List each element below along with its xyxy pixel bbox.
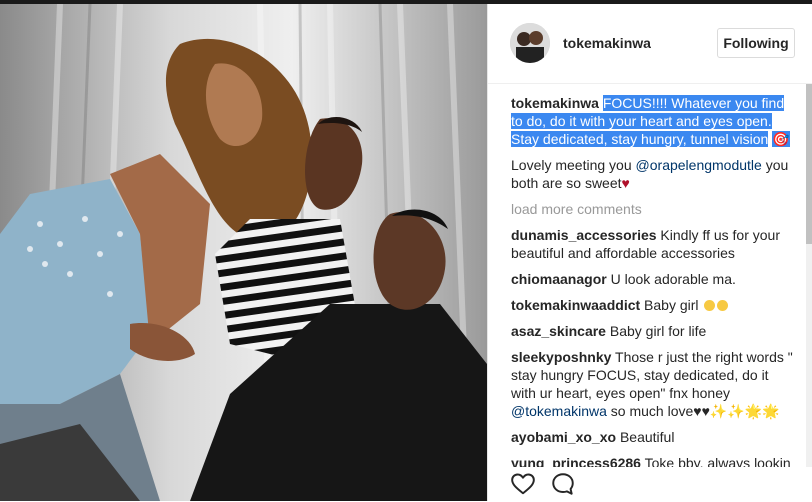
- heart-outline-icon[interactable]: [510, 471, 536, 497]
- post-username[interactable]: tokemakinwa: [563, 35, 651, 51]
- list-item: tokemakinwaaddict Baby girl: [511, 296, 796, 314]
- scrollbar-thumb[interactable]: [806, 84, 812, 244]
- list-item: dunamis_accessories Kindly ff us for you…: [511, 226, 796, 262]
- list-item: asaz_skincare Baby girl for life: [511, 322, 796, 340]
- following-button[interactable]: Following: [717, 28, 795, 58]
- heart-eyes-emoji-icon: [717, 300, 729, 311]
- load-more-comments-link[interactable]: load more comments: [511, 200, 796, 218]
- black-hearts-emoji: ♥♥: [693, 403, 710, 419]
- comment-username[interactable]: dunamis_accessories: [511, 227, 657, 243]
- list-item: chiomaanagor U look adorable ma.: [511, 270, 796, 288]
- caption-username[interactable]: tokemakinwa: [511, 95, 599, 111]
- post-side-panel: tokemakinwa Following tokemakinwa FOCUS!…: [487, 4, 812, 501]
- post-photo[interactable]: [0, 4, 487, 501]
- comment-text: Beautiful: [619, 429, 675, 445]
- post-header: tokemakinwa Following: [488, 4, 812, 84]
- sparkles-emoji: ✨✨🌟🌟: [709, 403, 780, 419]
- avatar[interactable]: [510, 23, 550, 63]
- comment-text: so much love: [606, 403, 694, 419]
- post-photo-image: [0, 4, 487, 501]
- list-item: ayobami_xo_xo Beautiful: [511, 428, 796, 446]
- comment-text: U look adorable ma.: [610, 271, 736, 287]
- comment-username[interactable]: sleekyposhnky: [511, 349, 611, 365]
- mention-link[interactable]: @orapelengmodutle: [636, 157, 762, 173]
- comments-scrollbar[interactable]: [806, 84, 812, 467]
- caption: tokemakinwa FOCUS!!!! Whatever you find …: [511, 94, 796, 148]
- comment-text: Baby girl: [644, 297, 699, 313]
- action-bar: [488, 467, 812, 501]
- comment-text: Baby girl for life: [609, 323, 707, 339]
- heart-eyes-emoji-icon: [704, 300, 716, 311]
- heart-emoji: ♥: [621, 175, 630, 191]
- comment-bubble-icon[interactable]: [550, 471, 576, 497]
- avatar-image: [510, 23, 550, 63]
- comment-username[interactable]: chiomaanagor: [511, 271, 607, 287]
- comments-list: tokemakinwa FOCUS!!!! Whatever you find …: [511, 94, 796, 480]
- mention-link[interactable]: @tokemakinwa: [511, 403, 607, 419]
- list-item: Lovely meeting you @orapelengmodutle you…: [511, 156, 796, 192]
- comment-username[interactable]: tokemakinwaaddict: [511, 297, 640, 313]
- list-item: sleekyposhnky Those r just the right wor…: [511, 348, 796, 420]
- comment-username[interactable]: asaz_skincare: [511, 323, 606, 339]
- caption-emoji: 🎯: [772, 131, 790, 147]
- comment-text: Lovely meeting you: [511, 157, 636, 173]
- comment-username[interactable]: ayobami_xo_xo: [511, 429, 616, 445]
